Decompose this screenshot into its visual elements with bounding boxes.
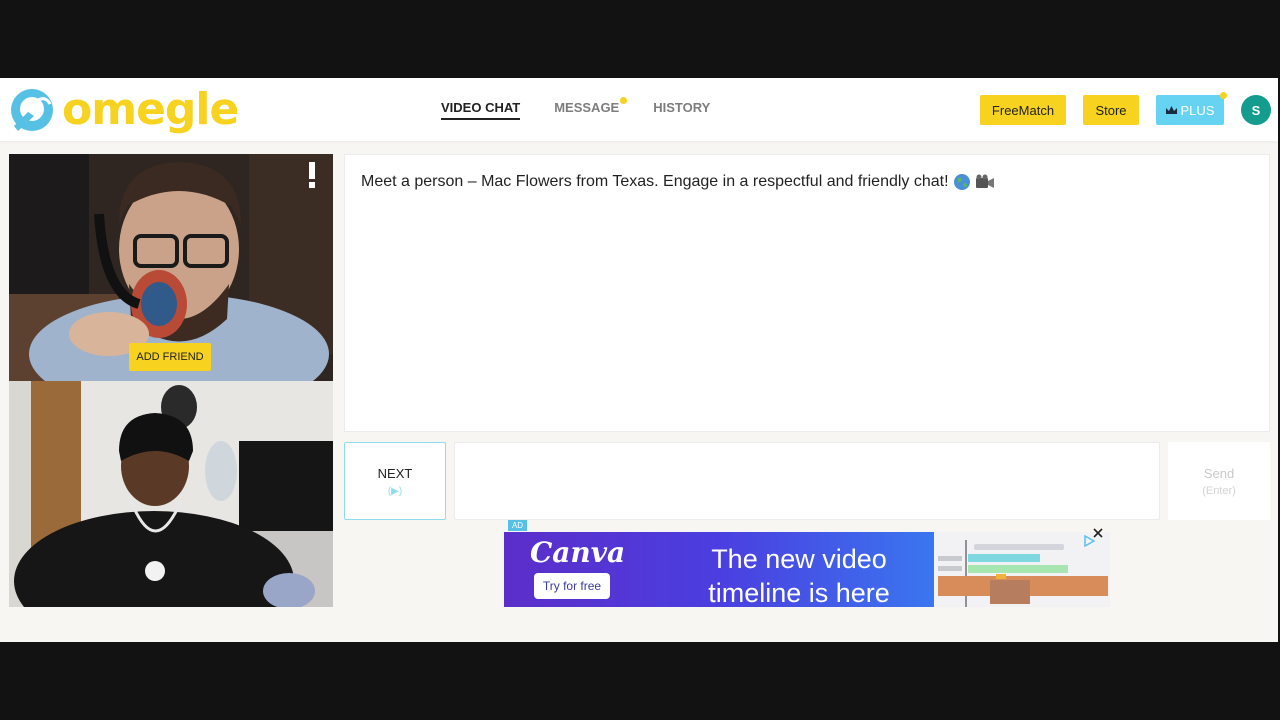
letterbox-top xyxy=(0,0,1280,78)
globe-icon xyxy=(953,174,970,190)
ad-headline: The new video timeline is here xyxy=(708,544,890,608)
tab-message[interactable]: MESSAGE xyxy=(554,97,628,115)
send-button[interactable]: Send (Enter) xyxy=(1168,442,1270,520)
plus-notification-dot xyxy=(1220,92,1227,99)
chat-log: Meet a person – Mac Flowers from Texas. … xyxy=(344,154,1270,432)
omegle-logo-mark-icon xyxy=(8,86,58,134)
omegle-app: omegle VIDEO CHAT MESSAGE HISTORY FreeMa… xyxy=(0,78,1278,642)
freematch-button[interactable]: FreeMatch xyxy=(980,95,1066,125)
omegle-logo[interactable]: omegle xyxy=(8,84,239,135)
next-label: NEXT xyxy=(377,465,413,481)
next-hint: (▶) xyxy=(387,485,403,497)
ad-creative: Canva Try for free The new video timelin… xyxy=(504,532,934,608)
add-friend-button[interactable]: ADD FRIEND xyxy=(129,343,211,371)
ad-badge: AD xyxy=(508,520,527,531)
system-message-text: Meet a person – Mac Flowers from Texas. … xyxy=(361,173,949,190)
report-flag-icon[interactable] xyxy=(306,162,318,188)
tab-message-label: MESSAGE xyxy=(554,100,620,115)
plus-label: PLUS xyxy=(1180,102,1215,118)
self-video xyxy=(9,381,333,607)
send-hint: (Enter) xyxy=(1202,484,1236,497)
letterbox-bottom xyxy=(0,642,1280,720)
logo-text: omegle xyxy=(62,84,239,135)
tab-video-chat[interactable]: VIDEO CHAT xyxy=(441,100,521,120)
ad-choices-icon[interactable] xyxy=(1083,534,1096,552)
self-video-frame xyxy=(9,381,333,607)
video-camera-icon xyxy=(975,174,994,188)
main-nav: VIDEO CHAT MESSAGE HISTORY xyxy=(441,97,710,120)
next-button[interactable]: NEXT (▶) xyxy=(344,442,446,520)
tab-history[interactable]: HISTORY xyxy=(653,100,710,115)
canva-ad-banner[interactable]: Canva Try for free The new video timelin… xyxy=(504,532,1110,608)
store-button[interactable]: Store xyxy=(1083,95,1139,125)
ad-brand: Canva xyxy=(530,536,626,569)
system-message: Meet a person – Mac Flowers from Texas. … xyxy=(361,173,995,191)
plus-button[interactable]: PLUS xyxy=(1156,92,1227,125)
user-avatar[interactable]: S xyxy=(1241,95,1271,125)
notification-dot xyxy=(620,97,628,104)
send-label: Send xyxy=(1203,465,1235,481)
message-input[interactable] xyxy=(454,442,1160,520)
crown-icon xyxy=(1165,105,1177,114)
ad-cta-button[interactable]: Try for free xyxy=(534,573,610,599)
header: omegle VIDEO CHAT MESSAGE HISTORY FreeMa… xyxy=(0,78,1278,141)
